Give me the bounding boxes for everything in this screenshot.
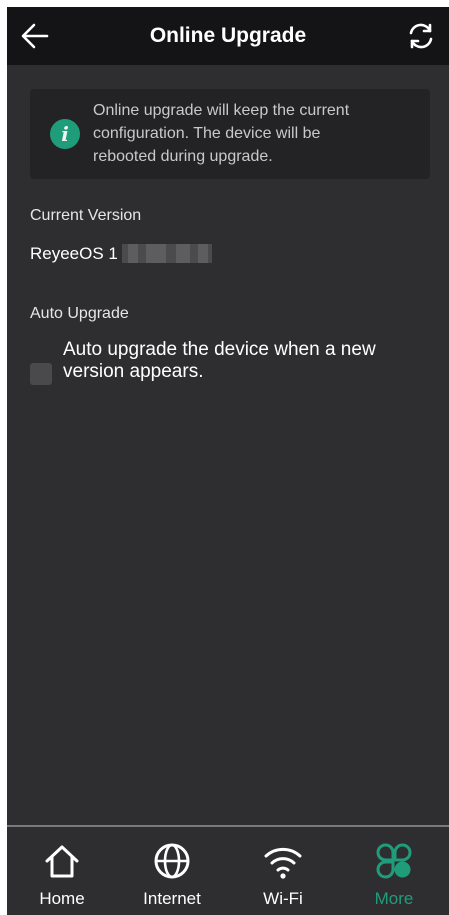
info-line: configuration. The device will be	[93, 125, 321, 142]
top-bar: Online Upgrade	[7, 7, 449, 65]
current-version-value: ReyeeOS 1	[30, 243, 213, 265]
current-version-label: Current Version	[30, 207, 142, 224]
arrow-left-icon	[21, 23, 49, 49]
nav-label-more: More	[374, 889, 414, 908]
auto-upgrade-label: Auto Upgrade	[30, 305, 129, 322]
checkbox-label-line: version appears.	[63, 361, 204, 382]
refresh-button[interactable]	[405, 20, 437, 52]
nav-label-internet: Internet	[143, 889, 201, 908]
home-icon	[45, 845, 79, 878]
auto-upgrade-checkbox[interactable]	[30, 363, 52, 385]
nav-item-home[interactable]: Home	[7, 827, 117, 915]
nav-label-home: Home	[39, 889, 85, 908]
more-icon	[376, 843, 412, 879]
info-line: rebooted during upgrade.	[93, 148, 273, 165]
nav-item-internet[interactable]: Internet	[117, 827, 227, 915]
wifi-icon	[264, 847, 302, 879]
back-button[interactable]	[19, 20, 53, 52]
redacted-version-number	[122, 244, 213, 263]
page-title: Online Upgrade	[149, 24, 307, 47]
version-text: ReyeeOS 1	[30, 244, 118, 263]
bottom-navigation: Home Internet Wi-Fi More	[7, 825, 449, 915]
info-text: Online upgrade will keep the current con…	[93, 99, 413, 168]
nav-item-more[interactable]: More	[339, 827, 449, 915]
nav-label-wifi: Wi-Fi	[263, 889, 303, 908]
refresh-icon	[409, 23, 433, 49]
info-icon: i	[50, 119, 80, 149]
auto-upgrade-checkbox-label[interactable]: Auto upgrade the device when a new versi…	[63, 339, 433, 383]
app-screen: Online Upgrade i Online upgrade will kee…	[7, 7, 449, 915]
upgrade-info-notice: i Online upgrade will keep the current c…	[30, 89, 430, 179]
nav-item-wifi[interactable]: Wi-Fi	[228, 827, 338, 915]
checkbox-label-line: Auto upgrade the device when a new	[63, 339, 376, 360]
globe-icon	[154, 843, 190, 879]
info-line: Online upgrade will keep the current	[93, 102, 350, 119]
